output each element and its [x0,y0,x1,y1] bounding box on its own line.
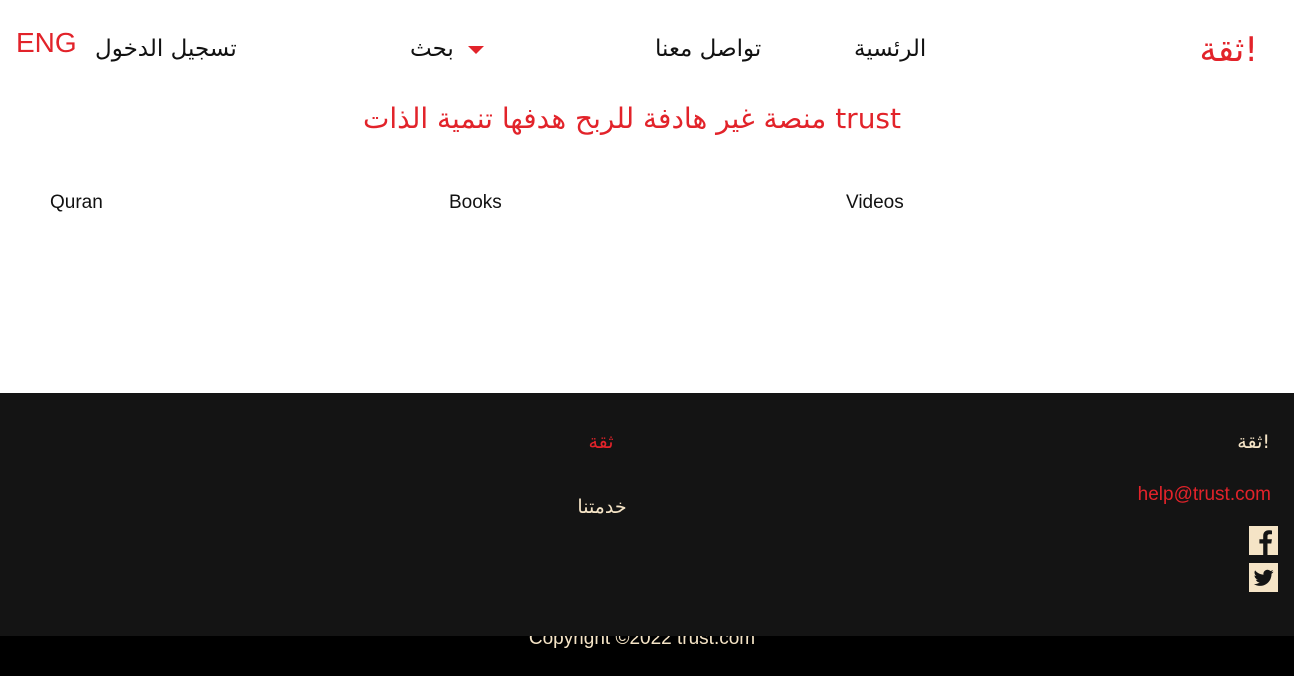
copyright-text: Copyright ©2022 trust.com [528,636,756,649]
copyright-bar: Copyright ©2022 trust.com [0,636,1294,676]
page: ثقة! الرئسية تواصل معنا بحث تسجيل الدخول… [0,0,1294,676]
nav-home-link[interactable]: الرئسية [854,34,926,64]
category-books-link[interactable]: Books [449,190,502,216]
chevron-down-icon [467,46,484,54]
tagline-text: منصة غير هادفة للربح هدفها تنمية الذات t… [363,102,901,135]
site-logo[interactable]: ثقة! [1199,30,1258,70]
facebook-icon[interactable] [1249,526,1278,555]
language-switch[interactable]: ENG [16,27,77,59]
footer-services-link[interactable]: خدمتنا [556,494,648,520]
twitter-glyph [1253,569,1274,586]
facebook-glyph [1259,530,1272,555]
footer-brand: ثقة! [1237,431,1270,453]
nav-search-dropdown[interactable]: بحث [410,34,484,64]
footer-email-link[interactable]: help@trust.com [1138,482,1271,508]
twitter-icon[interactable] [1249,563,1278,592]
site-tagline: منصة غير هادفة للربح هدفها تنمية الذات t… [0,100,1294,138]
category-videos-link[interactable]: Videos [846,190,904,216]
site-footer: ثقة! help@trust.com ثقة خدمتنا [0,393,1294,636]
footer-heading: ثقة [588,431,614,453]
nav-login-link[interactable]: تسجيل الدخول [95,34,237,64]
nav-search-label: بحث [410,36,454,62]
category-quran-link[interactable]: Quran [50,190,103,216]
nav-contact-link[interactable]: تواصل معنا [655,34,761,64]
top-navbar: ثقة! الرئسية تواصل معنا بحث تسجيل الدخول… [0,0,1294,96]
